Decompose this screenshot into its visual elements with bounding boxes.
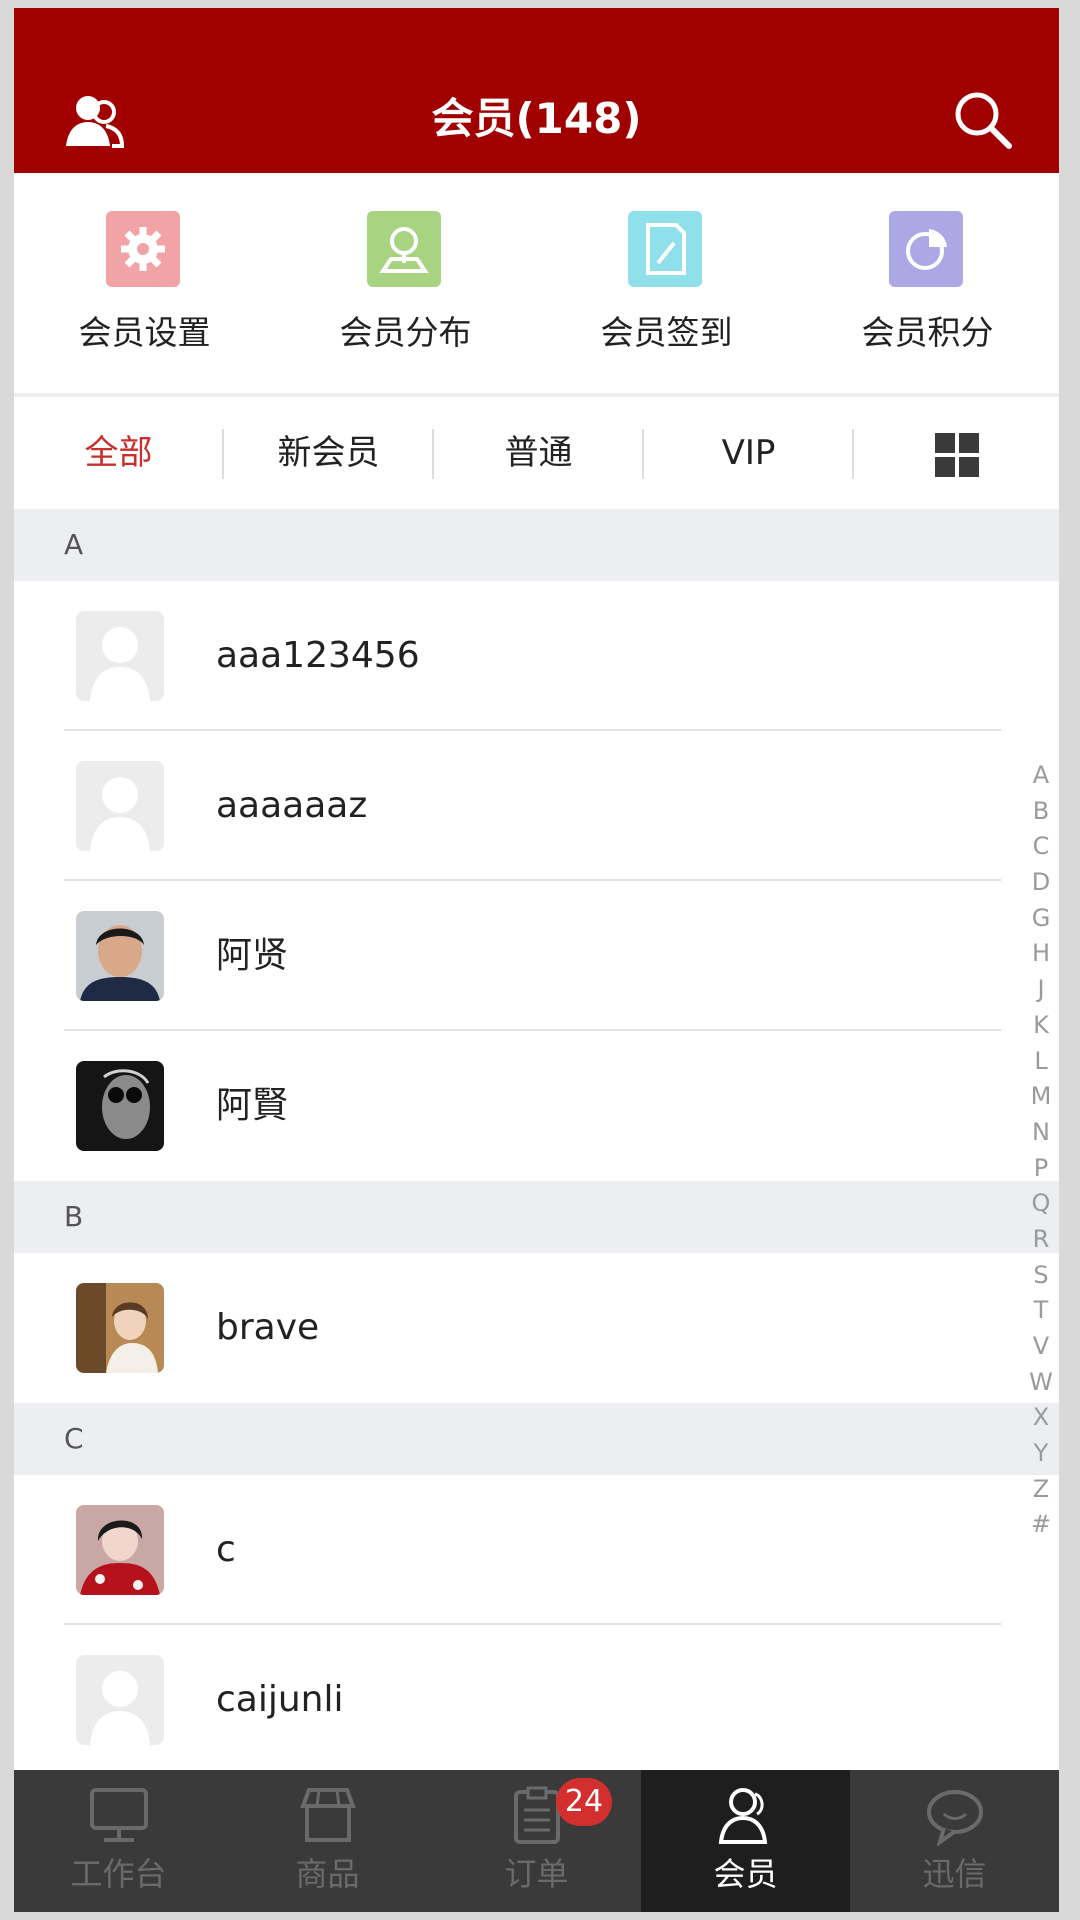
action-label: 会员设置	[78, 313, 211, 352]
alphabet-index[interactable]: A B C D G H J K L M N P Q R S T V W X Y …	[1028, 758, 1054, 1543]
index-letter[interactable]: H	[1028, 936, 1054, 972]
member-name: aaa123456	[216, 635, 420, 676]
avatar	[76, 1283, 164, 1373]
index-letter[interactable]: N	[1028, 1115, 1054, 1151]
member-name: 阿贤	[216, 935, 289, 976]
section-header: B	[14, 1181, 1059, 1253]
section-header: C	[14, 1403, 1059, 1475]
member-settings-button[interactable]: 会员设置	[14, 173, 275, 393]
index-letter[interactable]: P	[1028, 1151, 1054, 1187]
pie-chart-icon	[889, 211, 963, 287]
member-row[interactable]: c	[14, 1475, 1059, 1625]
section-header: A	[14, 509, 1059, 581]
tab-messages[interactable]: 迅信	[850, 1770, 1059, 1912]
index-letter[interactable]: X	[1028, 1400, 1054, 1436]
member-name: caijunli	[216, 1679, 344, 1720]
member-name: 阿賢	[216, 1085, 289, 1126]
member-signin-button[interactable]: 会员签到	[536, 173, 797, 393]
avatar	[76, 611, 164, 701]
avatar	[76, 1061, 164, 1151]
store-icon	[300, 1788, 356, 1842]
filter-tab-vip[interactable]: VIP	[644, 397, 853, 509]
index-letter[interactable]: D	[1028, 865, 1054, 901]
tab-products[interactable]: 商品	[223, 1770, 432, 1912]
filter-tab-normal[interactable]: 普通	[434, 397, 643, 509]
index-letter[interactable]: R	[1028, 1222, 1054, 1258]
action-label: 会员分布	[339, 313, 472, 352]
member-name: c	[216, 1529, 236, 1570]
member-row[interactable]: brave	[14, 1253, 1059, 1403]
app-screen: 会员(148) 会员设置 会员分布 会员签到 会员积分 全部 新会员 普通 VI…	[14, 8, 1059, 1912]
grid-icon	[934, 432, 979, 477]
chat-icon	[927, 1790, 983, 1846]
search-icon[interactable]	[951, 88, 1015, 152]
index-letter[interactable]: B	[1028, 794, 1054, 830]
member-distribution-button[interactable]: 会员分布	[275, 173, 536, 393]
member-icon	[718, 1788, 768, 1844]
index-letter[interactable]: L	[1028, 1044, 1054, 1080]
avatar	[76, 761, 164, 851]
member-row[interactable]: aaa123456	[14, 581, 1059, 731]
tab-workbench[interactable]: 工作台	[14, 1770, 223, 1912]
section-letter: A	[64, 528, 84, 561]
tab-label: 迅信	[922, 1855, 987, 1893]
action-label: 会员积分	[861, 313, 994, 352]
section-letter: C	[64, 1422, 84, 1455]
index-letter[interactable]: W	[1028, 1365, 1054, 1401]
index-letter[interactable]: J	[1028, 972, 1054, 1008]
member-row[interactable]: caijunli	[14, 1625, 1059, 1775]
sign-in-icon	[628, 211, 702, 287]
member-name: aaaaaaz	[216, 785, 368, 826]
index-letter[interactable]: Y	[1028, 1436, 1054, 1472]
index-letter[interactable]: #	[1028, 1507, 1054, 1543]
filter-tab-new[interactable]: 新会员	[224, 397, 433, 509]
avatar	[76, 911, 164, 1001]
tab-label: 商品	[295, 1855, 360, 1893]
index-letter[interactable]: Z	[1028, 1472, 1054, 1508]
avatar	[76, 1655, 164, 1745]
section-letter: B	[64, 1200, 84, 1233]
filter-tab-all[interactable]: 全部	[14, 397, 223, 509]
tab-label: 订单	[504, 1855, 569, 1893]
index-letter[interactable]: Q	[1028, 1186, 1054, 1222]
order-count-badge: 24	[556, 1778, 612, 1826]
index-letter[interactable]: C	[1028, 829, 1054, 865]
index-letter[interactable]: T	[1028, 1293, 1054, 1329]
member-row[interactable]: aaaaaaz	[14, 731, 1059, 881]
tab-label: 工作台	[70, 1855, 167, 1893]
tab-orders[interactable]: 24 订单	[432, 1770, 641, 1912]
index-letter[interactable]: G	[1028, 901, 1054, 937]
member-points-button[interactable]: 会员积分	[797, 173, 1058, 393]
member-row[interactable]: 阿贤	[14, 881, 1059, 1031]
index-letter[interactable]: K	[1028, 1008, 1054, 1044]
member-row[interactable]: 阿賢	[14, 1031, 1059, 1181]
index-letter[interactable]: M	[1028, 1079, 1054, 1115]
action-label: 会员签到	[600, 313, 733, 352]
tab-label: 会员	[713, 1855, 778, 1893]
quick-actions: 会员设置 会员分布 会员签到 会员积分	[14, 173, 1059, 393]
grid-view-button[interactable]	[854, 397, 1059, 509]
map-pin-icon	[367, 211, 441, 287]
tab-members[interactable]: 会员	[641, 1770, 850, 1912]
avatar	[76, 1505, 164, 1595]
index-letter[interactable]: V	[1028, 1329, 1054, 1365]
index-letter[interactable]: S	[1028, 1258, 1054, 1294]
bottom-tab-bar: 工作台 商品 24 订单 会员 迅信	[14, 1770, 1059, 1912]
gear-icon	[106, 211, 180, 287]
member-name: brave	[216, 1307, 320, 1348]
monitor-icon	[90, 1788, 148, 1842]
header-bar: 会员(148)	[14, 8, 1059, 173]
page-title: 会员(148)	[431, 94, 642, 143]
index-letter[interactable]: A	[1028, 758, 1054, 794]
filter-bar: 全部 新会员 普通 VIP	[14, 397, 1059, 509]
